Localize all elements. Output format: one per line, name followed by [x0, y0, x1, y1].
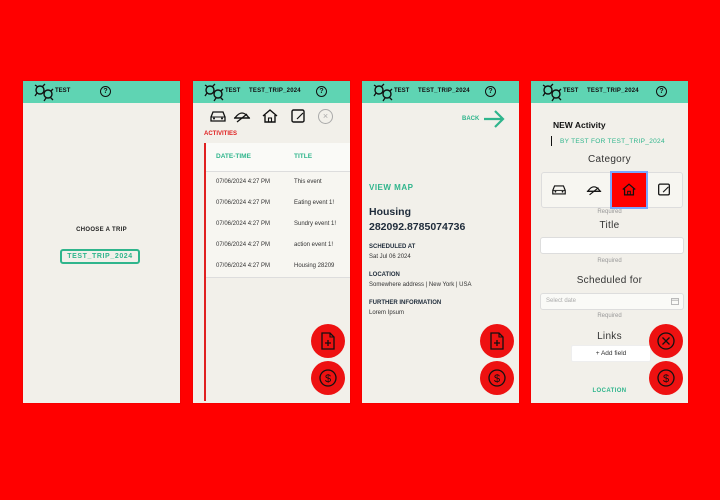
dollar-icon: $	[657, 369, 675, 387]
screen-choose-trip: TEST ? CHOOSE A TRIP TEST_TRIP_2024	[23, 81, 180, 403]
row-date: 07/06/2024 4:27 PM	[216, 221, 271, 227]
logo-icon	[34, 83, 54, 102]
header-bar: TEST TEST_TRIP_2024 ?	[362, 81, 519, 103]
food-icon	[586, 186, 602, 196]
svg-text:$: $	[494, 373, 500, 385]
budget-button[interactable]: $	[311, 361, 345, 395]
add-document-icon	[321, 332, 335, 350]
row-title: action event 1!	[294, 242, 334, 248]
category-food-button[interactable]	[577, 173, 611, 207]
logo-icon	[373, 83, 393, 102]
activity-type: Housing	[369, 206, 411, 218]
add-field-button[interactable]: + Add field	[571, 345, 651, 362]
row-date: 07/06/2024 4:27 PM	[216, 200, 271, 206]
cancel-button[interactable]	[649, 324, 683, 358]
help-icon[interactable]: ?	[656, 86, 667, 97]
arrow-right-icon[interactable]	[483, 110, 505, 128]
help-icon[interactable]: ?	[316, 86, 327, 97]
home-icon	[622, 183, 636, 196]
calendar-icon[interactable]	[671, 297, 679, 305]
category-car-button[interactable]	[542, 173, 576, 207]
activity-id: 282092.8785074736	[369, 221, 466, 233]
location-label: LOCATION	[369, 272, 400, 278]
trip-title: TEST_TRIP_2024	[418, 88, 470, 94]
svg-text:$: $	[663, 373, 669, 385]
category-selector	[541, 172, 683, 208]
back-label[interactable]: BACK	[462, 116, 479, 122]
budget-button[interactable]: $	[480, 361, 514, 395]
scheduled-date-input[interactable]: Select date	[540, 293, 684, 310]
row-title: Eating event 1!	[294, 200, 335, 206]
title-label: Title	[599, 220, 620, 231]
trip-title: TEST_TRIP_2024	[587, 88, 639, 94]
required-note: Required	[597, 313, 622, 319]
header-bar: TEST TEST_TRIP_2024 ?	[531, 81, 688, 103]
help-icon[interactable]: ?	[100, 86, 111, 97]
row-title: This event	[294, 179, 322, 185]
screen-activity-detail: TEST TEST_TRIP_2024 ? BACK VIEW MAP Hous…	[362, 81, 519, 403]
required-note: Required	[597, 258, 622, 264]
further-info-value: Lorem Ipsum	[369, 310, 405, 316]
logo-icon	[542, 83, 562, 102]
column-title[interactable]: TITLE	[294, 153, 312, 160]
screen-activities: TEST TEST_TRIP_2024 ? × ACTIVITIES DATE-…	[193, 81, 350, 403]
trip-button[interactable]: TEST_TRIP_2024	[60, 249, 140, 264]
category-label: Category	[588, 154, 631, 165]
new-activity-title: NEW Activity	[553, 120, 606, 130]
scheduled-label: SCHEDULED AT	[369, 244, 416, 250]
by-test-subtitle: BY TEST FOR TEST_TRIP_2024	[560, 138, 665, 145]
title-input[interactable]	[540, 237, 684, 254]
row-title: Sundry event 1!	[294, 221, 337, 227]
svg-text:$: $	[325, 373, 331, 385]
car-icon[interactable]	[209, 109, 227, 123]
required-note: Required	[597, 209, 622, 215]
logo-text: TEST	[55, 88, 71, 94]
budget-button[interactable]: $	[649, 361, 683, 395]
scheduled-label: Scheduled for	[576, 275, 643, 286]
close-icon	[657, 332, 675, 350]
logo-text: TEST	[225, 88, 241, 94]
car-icon	[552, 185, 566, 195]
note-icon[interactable]	[289, 109, 307, 123]
header-bar: TEST ?	[23, 81, 180, 103]
add-document-icon	[490, 332, 504, 350]
table-header: DATE-TIME TITLE	[206, 143, 350, 172]
note-icon	[658, 183, 670, 196]
row-title: Housing 28209	[294, 263, 335, 269]
trip-title: TEST_TRIP_2024	[249, 88, 301, 94]
row-date: 07/06/2024 4:27 PM	[216, 179, 271, 185]
dollar-icon: $	[488, 369, 506, 387]
add-activity-button[interactable]	[480, 324, 514, 358]
column-date-time[interactable]: DATE-TIME	[216, 153, 251, 160]
choose-trip-label: CHOOSE A TRIP	[76, 227, 127, 233]
table-row[interactable]: 07/06/2024 4:27 PM Eating event 1!	[206, 193, 350, 215]
table-row[interactable]: 07/06/2024 4:27 PM Sundry event 1!	[206, 214, 350, 236]
row-date: 07/06/2024 4:27 PM	[216, 263, 271, 269]
header-bar: TEST TEST_TRIP_2024 ?	[193, 81, 350, 103]
table-row[interactable]: 07/06/2024 4:27 PM action event 1!	[206, 235, 350, 257]
row-date: 07/06/2024 4:27 PM	[216, 242, 271, 248]
category-home-button[interactable]	[612, 173, 646, 207]
food-icon[interactable]	[233, 109, 251, 123]
home-icon[interactable]	[261, 109, 279, 123]
table-row[interactable]: 07/06/2024 4:27 PM This event	[206, 172, 350, 194]
close-icon[interactable]: ×	[318, 109, 333, 124]
location-value: Somewhere address | New York | USA	[369, 282, 472, 288]
add-activity-button[interactable]	[311, 324, 345, 358]
logo-icon	[204, 83, 224, 102]
view-map-link[interactable]: VIEW MAP	[369, 183, 413, 192]
text-cursor	[551, 136, 552, 146]
add-field-label: Add field	[600, 350, 627, 357]
further-info-label: FURTHER INFORMATION	[369, 300, 442, 306]
category-note-button[interactable]	[647, 173, 681, 207]
table-row[interactable]: 07/06/2024 4:27 PM Housing 28209	[206, 256, 350, 278]
logo-text: TEST	[394, 88, 410, 94]
logo-text: TEST	[563, 88, 579, 94]
scheduled-value: Sat Jul 06 2024	[369, 254, 411, 260]
date-placeholder: Select date	[546, 298, 577, 304]
dollar-icon: $	[319, 369, 337, 387]
activities-label: ACTIVITIES	[204, 131, 238, 137]
help-icon[interactable]: ?	[485, 86, 496, 97]
screen-new-activity: TEST TEST_TRIP_2024 ? NEW Activity BY TE…	[531, 81, 688, 403]
